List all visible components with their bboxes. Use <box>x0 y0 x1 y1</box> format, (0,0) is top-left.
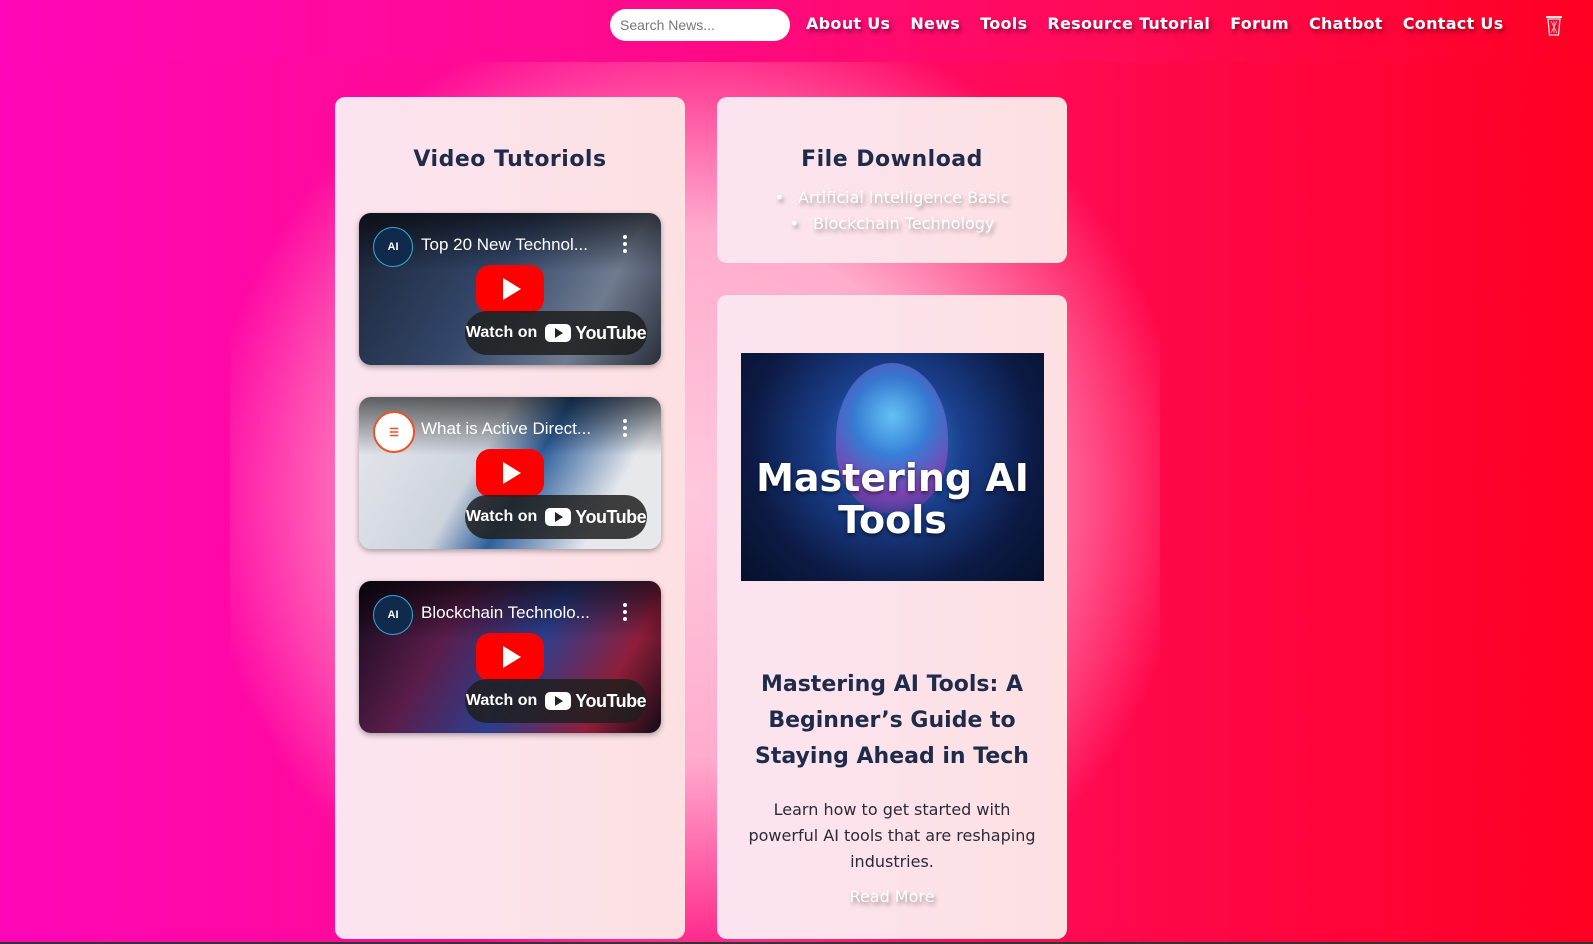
more-options-icon[interactable] <box>623 603 627 621</box>
youtube-logo-icon: YouTube <box>545 690 647 712</box>
channel-avatar[interactable]: AI <box>373 595 413 635</box>
blog-post-image[interactable]: Mastering AI Tools <box>741 353 1044 581</box>
youtube-label: YouTube <box>575 322 647 343</box>
watch-on-label: Watch on <box>465 324 538 341</box>
blog-post-title[interactable]: Mastering AI Tools: A Beginner’s Guide t… <box>737 667 1047 775</box>
channel-avatar[interactable]: AI <box>373 227 413 267</box>
youtube-logo-icon: YouTube <box>545 322 647 344</box>
video-embed[interactable]: AI Top 20 New Technol... Watch on YouTub… <box>359 213 661 365</box>
video-tutorials-title: Video Tutoriols <box>413 147 607 172</box>
file-download-card: File Download Artificial Intelligence Ba… <box>717 97 1067 263</box>
trash-icon[interactable] <box>1545 14 1563 36</box>
nav-news[interactable]: News <box>910 12 960 36</box>
play-button-icon[interactable] <box>476 633 544 681</box>
video-embed[interactable]: AI Blockchain Technolo... Watch on YouTu… <box>359 581 661 733</box>
nav-resource-tutorial[interactable]: Resource Tutorial <box>1047 12 1210 36</box>
video-tutorials-card: Video Tutoriols AI Top 20 New Technol...… <box>335 97 685 939</box>
watch-on-label: Watch on <box>465 508 538 525</box>
youtube-label: YouTube <box>575 690 647 711</box>
file-download-title: File Download <box>801 147 983 172</box>
nav-contact-us[interactable]: Contact Us <box>1403 12 1504 36</box>
watch-on-youtube-button[interactable]: Watch on YouTube <box>465 311 647 355</box>
youtube-label: YouTube <box>575 506 647 527</box>
watch-on-youtube-button[interactable]: Watch on YouTube <box>465 495 647 539</box>
file-link[interactable]: Artificial Intelligence Basic <box>717 185 1067 211</box>
youtube-logo-icon: YouTube <box>545 506 647 528</box>
channel-avatar-server-icon[interactable]: ☰ <box>373 411 415 453</box>
play-button-icon[interactable] <box>476 265 544 313</box>
blog-post-description: Learn how to get started with powerful A… <box>748 800 1036 871</box>
nav-about-us[interactable]: About Us <box>806 12 890 36</box>
nav-forum[interactable]: Forum <box>1230 12 1289 36</box>
video-title[interactable]: Blockchain Technolo... <box>421 603 617 623</box>
more-options-icon[interactable] <box>623 419 627 437</box>
top-navigation-bar: About Us News Tools Resource Tutorial Fo… <box>0 0 1593 62</box>
nav-tools[interactable]: Tools <box>980 12 1027 36</box>
nav-chatbot[interactable]: Chatbot <box>1309 12 1383 36</box>
file-link[interactable]: Blockchain Technology <box>717 211 1067 237</box>
video-embed[interactable]: ☰ What is Active Direct... Watch on YouT… <box>359 397 661 549</box>
video-title[interactable]: Top 20 New Technol... <box>421 235 617 255</box>
play-button-icon[interactable] <box>476 449 544 497</box>
search-input[interactable] <box>610 9 790 41</box>
file-list: Artificial Intelligence Basic Blockchain… <box>717 185 1067 237</box>
more-options-icon[interactable] <box>623 235 627 253</box>
read-more-link[interactable]: Read More <box>717 887 1067 906</box>
watch-on-youtube-button[interactable]: Watch on YouTube <box>465 679 647 723</box>
video-title[interactable]: What is Active Direct... <box>421 419 617 439</box>
blog-post-card: Mastering AI Tools Mastering AI Tools: A… <box>717 295 1067 939</box>
main-nav: About Us News Tools Resource Tutorial Fo… <box>806 12 1504 36</box>
blog-image-text: Mastering AI Tools <box>756 456 1029 542</box>
watch-on-label: Watch on <box>465 692 538 709</box>
